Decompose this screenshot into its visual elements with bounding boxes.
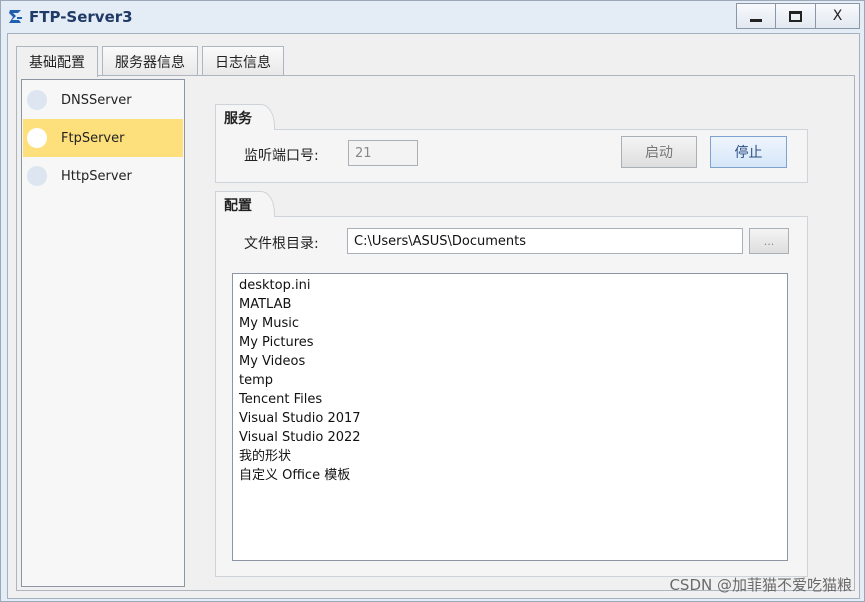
start-button-label: 启动 [645, 145, 673, 161]
main-tabs: 基础配置 服务器信息 日志信息 [16, 46, 288, 77]
window-title: FTP-Server3 [29, 8, 133, 26]
list-item[interactable]: desktop.ini [239, 276, 787, 295]
window-controls: X [736, 3, 860, 29]
minimize-icon [750, 18, 762, 22]
server-dot-icon [27, 128, 47, 148]
list-item[interactable]: Visual Studio 2022 [239, 428, 787, 447]
server-list: DNSServer FtpServer HttpServer [21, 79, 185, 587]
browse-button[interactable]: ... [749, 228, 789, 254]
server-item-label: FtpServer [61, 130, 125, 146]
app-window: FTP-Server3 X 基础配置 服务器信息 日志信息 DNSServer … [0, 0, 865, 602]
list-item[interactable]: 自定义 Office 模板 [239, 466, 787, 485]
stop-button-label: 停止 [734, 145, 763, 161]
tab-label: 服务器信息 [115, 54, 185, 71]
tab-label: 日志信息 [215, 54, 271, 71]
start-button[interactable]: 启动 [621, 136, 697, 168]
tab-basic-config[interactable]: 基础配置 [16, 46, 98, 77]
list-item[interactable]: 我的形状 [239, 447, 787, 466]
list-item[interactable]: Visual Studio 2017 [239, 409, 787, 428]
service-group-title: 服务 [215, 104, 275, 130]
root-dir-input[interactable] [347, 228, 743, 254]
service-group: 服务 监听端口号: 启动 停止 [215, 104, 808, 183]
file-list[interactable]: desktop.ini MATLAB My Music My Pictures … [232, 273, 788, 561]
tab-log-info[interactable]: 日志信息 [202, 46, 284, 76]
list-item[interactable]: Tencent Files [239, 390, 787, 409]
tab-label: 基础配置 [29, 55, 85, 71]
maximize-button[interactable] [776, 3, 816, 29]
port-input[interactable] [348, 140, 418, 166]
title-bar[interactable]: FTP-Server3 X [1, 1, 864, 33]
watermark: CSDN @加菲猫不爱吃猫粮 [669, 576, 852, 594]
server-item-dns[interactable]: DNSServer [23, 81, 183, 119]
list-item[interactable]: My Music [239, 314, 787, 333]
server-item-ftp[interactable]: FtpServer [23, 119, 183, 157]
server-item-label: HttpServer [61, 168, 132, 184]
tab-server-info[interactable]: 服务器信息 [102, 46, 198, 76]
minimize-button[interactable] [736, 3, 776, 29]
server-dot-icon [27, 166, 47, 186]
maximize-icon [789, 10, 802, 22]
client-area: 基础配置 服务器信息 日志信息 DNSServer FtpServer Http… [7, 33, 860, 599]
root-dir-label: 文件根目录: [244, 236, 319, 252]
basic-config-page: DNSServer FtpServer HttpServer 服务 监听端口号:… [16, 75, 855, 591]
server-dot-icon [27, 90, 47, 110]
config-group-title: 配置 [215, 191, 275, 217]
list-item[interactable]: MATLAB [239, 295, 787, 314]
app-icon [9, 10, 22, 23]
stop-button[interactable]: 停止 [710, 136, 787, 168]
list-item[interactable]: temp [239, 371, 787, 390]
browse-button-label: ... [763, 234, 775, 248]
close-icon: X [832, 8, 843, 24]
server-item-label: DNSServer [61, 92, 132, 108]
close-button[interactable]: X [816, 3, 860, 29]
list-item[interactable]: My Pictures [239, 333, 787, 352]
server-item-http[interactable]: HttpServer [23, 157, 183, 195]
list-item[interactable]: My Videos [239, 352, 787, 371]
port-label: 监听端口号: [244, 148, 319, 164]
config-group: 配置 文件根目录: ... desktop.ini MATLAB My Musi… [215, 191, 808, 577]
